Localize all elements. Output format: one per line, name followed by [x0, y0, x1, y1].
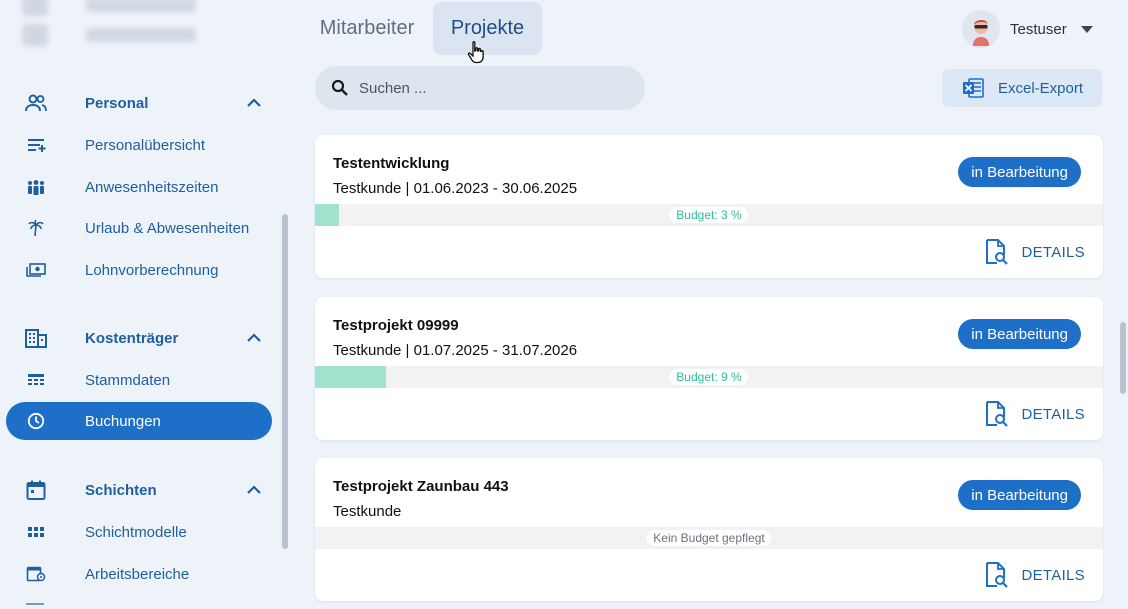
- nav-group-personal[interactable]: Personal: [6, 84, 272, 122]
- nav-group-label: Kostenträger: [85, 329, 179, 347]
- project-card: Testprojekt 09999 Testkunde | 01.07.2025…: [315, 297, 1103, 440]
- sidebar-item-label: Stammdaten: [85, 371, 171, 389]
- project-card: Testprojekt Zaunbau 443 Testkunde in Bea…: [315, 458, 1103, 601]
- sidebar-item-urlaub[interactable]: Urlaub & Abwesenheiten: [6, 209, 272, 247]
- calendar-icon: [25, 480, 47, 500]
- nav-group-kostentraeger[interactable]: Kostenträger: [6, 319, 272, 357]
- tab-mitarbeiter[interactable]: Mitarbeiter: [306, 2, 428, 55]
- people-icon: [25, 93, 47, 113]
- search-box[interactable]: [315, 66, 645, 110]
- sidebar-item-label: Lohnvorberechnung: [85, 261, 219, 279]
- search-icon: [331, 79, 348, 96]
- sidebar-item-lohnvorberechnung[interactable]: Lohnvorberechnung: [6, 251, 272, 289]
- excel-export-label: Excel-Export: [998, 79, 1084, 97]
- sidebar-scrollbar[interactable]: [282, 214, 288, 549]
- user-menu[interactable]: Testuser: [962, 10, 1093, 48]
- hand-cursor-icon: [467, 41, 484, 64]
- calendar-pin-icon: [25, 564, 47, 584]
- blurred-nav-item: [22, 24, 242, 46]
- project-title: Testprojekt 09999: [333, 317, 459, 334]
- building-icon: [25, 328, 47, 348]
- clock-icon: [25, 411, 47, 431]
- grid-icon: [25, 522, 47, 542]
- partial-nav-icon: [26, 603, 44, 609]
- project-card: Testentwicklung Testkunde | 01.06.2023 -…: [315, 135, 1103, 278]
- status-badge: in Bearbeitung: [958, 480, 1081, 510]
- document-search-icon: [986, 562, 1009, 588]
- sidebar-item-personaluebersicht[interactable]: Personalübersicht: [6, 126, 272, 164]
- sidebar-item-label: Anwesenheitszeiten: [85, 178, 219, 196]
- excel-export-button[interactable]: Excel-Export: [942, 69, 1102, 107]
- details-button[interactable]: DETAILS: [984, 560, 1085, 590]
- budget-bar: Kein Budget gepflegt: [315, 527, 1103, 549]
- details-button[interactable]: DETAILS: [984, 399, 1085, 429]
- status-badge: in Bearbeitung: [958, 319, 1081, 349]
- project-subtitle: Testkunde: [333, 503, 402, 520]
- palm-tree-icon: [25, 218, 47, 238]
- sidebar: Personal Personalübersicht Anwesenheitsz…: [0, 0, 292, 609]
- sidebar-item-label: Buchungen: [85, 412, 161, 430]
- money-icon: [25, 260, 47, 280]
- user-name: Testuser: [1010, 20, 1067, 38]
- sidebar-item-anwesenheitszeiten[interactable]: Anwesenheitszeiten: [6, 168, 272, 206]
- project-subtitle: Testkunde | 01.06.2023 - 30.06.2025: [333, 180, 578, 197]
- details-label: DETAILS: [1021, 405, 1085, 423]
- budget-bar: Budget: 9 %: [315, 366, 1103, 388]
- nav-group-label: Personal: [85, 94, 149, 112]
- excel-icon: [963, 78, 984, 98]
- sidebar-item-stammdaten[interactable]: Stammdaten: [6, 361, 272, 399]
- list-filter-icon: [25, 135, 47, 155]
- budget-bar: Budget: 3 %: [315, 204, 1103, 226]
- sidebar-item-arbeitsbereiche[interactable]: Arbeitsbereiche: [6, 555, 272, 593]
- main-scrollbar[interactable]: [1120, 322, 1126, 394]
- sidebar-item-schichtmodelle[interactable]: Schichtmodelle: [6, 513, 272, 551]
- details-button[interactable]: DETAILS: [984, 237, 1085, 267]
- nav-group-label: Schichten: [85, 481, 157, 499]
- sidebar-item-label: Arbeitsbereiche: [85, 565, 190, 583]
- chevron-up-icon[interactable]: [246, 331, 262, 345]
- chevron-up-icon[interactable]: [246, 483, 262, 497]
- budget-fill: [315, 204, 339, 226]
- sidebar-item-label: Urlaub & Abwesenheiten: [85, 219, 250, 237]
- blurred-nav-item: [22, 0, 242, 16]
- budget-label: Budget: 9 %: [669, 369, 749, 385]
- project-title: Testentwicklung: [333, 155, 450, 172]
- avatar: [962, 10, 1000, 48]
- details-label: DETAILS: [1021, 243, 1085, 261]
- nav-group-schichten[interactable]: Schichten: [6, 471, 272, 509]
- budget-label: Budget: 3 %: [669, 207, 749, 223]
- table-icon: [25, 370, 47, 390]
- status-badge: in Bearbeitung: [958, 157, 1081, 187]
- project-subtitle: Testkunde | 01.07.2025 - 31.07.2026: [333, 342, 578, 359]
- project-title: Testprojekt Zaunbau 443: [333, 478, 509, 495]
- budget-fill: [315, 366, 386, 388]
- document-search-icon: [986, 401, 1009, 427]
- sidebar-item-label: Personalübersicht: [85, 136, 206, 154]
- document-search-icon: [986, 239, 1009, 265]
- budget-label: Kein Budget gepflegt: [646, 530, 772, 546]
- caret-down-icon: [1080, 25, 1093, 33]
- search-input[interactable]: [359, 79, 619, 97]
- group-icon: [25, 177, 47, 197]
- chevron-up-icon[interactable]: [246, 96, 262, 110]
- details-label: DETAILS: [1021, 566, 1085, 584]
- sidebar-item-label: Schichtmodelle: [85, 523, 187, 541]
- sidebar-item-buchungen[interactable]: Buchungen: [6, 402, 272, 440]
